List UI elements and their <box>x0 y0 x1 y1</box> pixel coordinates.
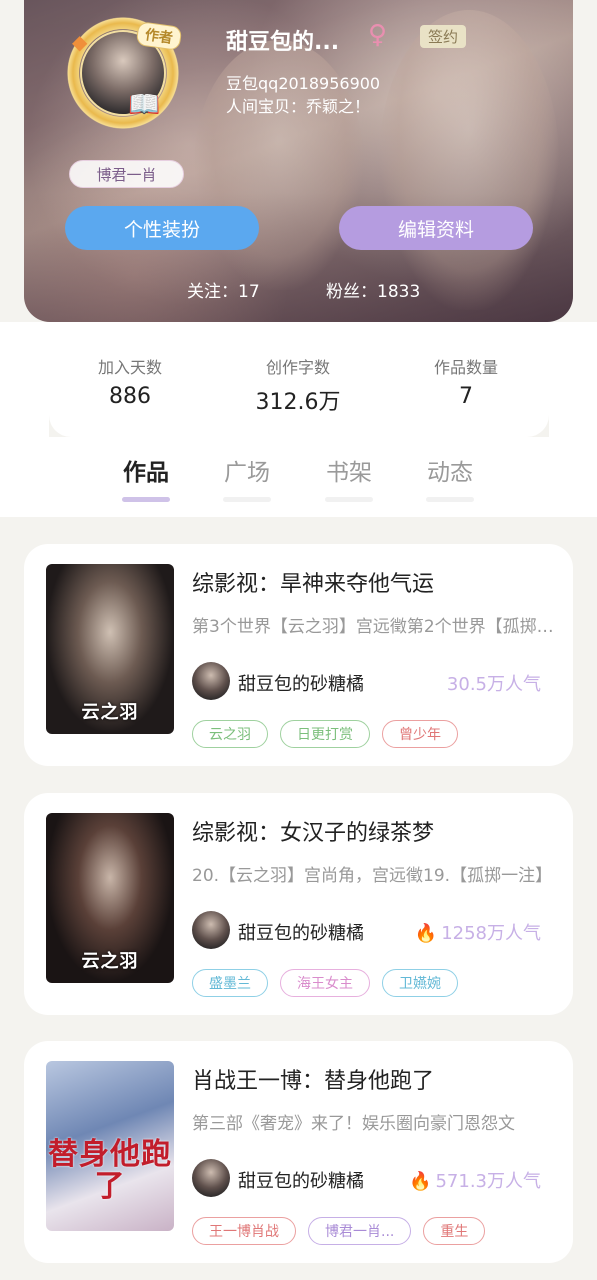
author-avatar[interactable] <box>192 662 230 700</box>
book-description: 第3个世界【云之羽】宫远徵第2个世界【孤掷一注】 <box>192 617 558 637</box>
book-title[interactable]: 肖战王一博：替身他跑了 <box>192 1063 434 1095</box>
fire-icon: 🔥 <box>409 1171 432 1192</box>
book-card[interactable]: 替身他跑了 肖战王一博：替身他跑了 第三部《奢宠》来了！娱乐圈向豪门恩怨文 甜豆… <box>24 1041 573 1263</box>
author-name[interactable]: 甜豆包的砂糖橘 <box>238 670 364 696</box>
tag[interactable]: 博君一肖... <box>308 1217 412 1245</box>
cover-title: 云之羽 <box>81 702 139 723</box>
cover-title: 云之羽 <box>81 951 139 972</box>
stat-word-count: 创作字数 312.6万 <box>228 354 368 416</box>
author-avatar[interactable] <box>192 1159 230 1197</box>
follow-count[interactable]: 关注：17 <box>187 277 260 302</box>
author-avatar[interactable] <box>192 911 230 949</box>
stat-join-days: 加入天数 886 <box>60 354 200 409</box>
user-bio: 人间宝贝：乔颖之！ <box>226 97 371 116</box>
fans-count[interactable]: 粉丝：1833 <box>326 277 420 302</box>
tab-activity[interactable]: 动态 <box>414 453 486 487</box>
tab-works[interactable]: 作品 <box>110 453 182 487</box>
stats-card: 加入天数 886 创作字数 312.6万 作品数量 7 <box>49 322 549 437</box>
tab-bar <box>0 437 597 517</box>
tab-square[interactable]: 广场 <box>211 453 283 487</box>
stat-works-count: 作品数量 7 <box>396 354 536 409</box>
book-title[interactable]: 综影视：旱神来夺他气运 <box>192 566 434 598</box>
author-name[interactable]: 甜豆包的砂糖橘 <box>238 919 364 945</box>
book-card[interactable]: 云之羽 综影视：女汉子的绿茶梦 20.【云之羽】宫尚角，宫远徵19.【孤掷一注】… <box>24 793 573 1015</box>
author-name[interactable]: 甜豆包的砂糖橘 <box>238 1167 364 1193</box>
user-id: 豆包qq2018956900 <box>226 74 381 93</box>
tag[interactable]: 云之羽 <box>192 720 268 748</box>
popularity-value: 571.3万人气 <box>435 1171 541 1192</box>
book-card[interactable]: 云之羽 综影视：旱神来夺他气运 第3个世界【云之羽】宫远徵第2个世界【孤掷一注】… <box>24 544 573 766</box>
book-description: 20.【云之羽】宫尚角，宫远徵19.【孤掷一注】 <box>192 866 553 886</box>
popularity-value: 1258万人气 <box>441 923 541 944</box>
tab-indicator <box>223 497 271 502</box>
stat-value: 312.6万 <box>255 390 341 415</box>
stat-value: 886 <box>109 384 151 409</box>
tag-list: 云之羽 日更打赏 曾少年 <box>192 720 458 748</box>
tag[interactable]: 日更打赏 <box>280 720 370 748</box>
female-icon: ♀ <box>368 20 388 50</box>
fire-icon: 🔥 <box>414 923 438 944</box>
cover-title: 替身他跑了 <box>48 1137 172 1204</box>
tag[interactable]: 曾少年 <box>382 720 458 748</box>
tag[interactable]: 海王女主 <box>280 969 370 997</box>
tab-indicator <box>426 497 474 502</box>
tag[interactable]: 王一博肖战 <box>192 1217 296 1245</box>
tab-indicator <box>325 497 373 502</box>
popularity: 🔥 571.3万人气 <box>409 1167 541 1193</box>
stat-label: 创作字数 <box>265 358 330 377</box>
tab-bookshelf[interactable]: 书架 <box>313 453 385 487</box>
edit-profile-button[interactable]: 编辑资料 <box>339 206 533 250</box>
stat-label: 加入天数 <box>97 358 162 377</box>
tab-indicator-active <box>122 497 170 502</box>
customize-button[interactable]: 个性装扮 <box>65 206 259 250</box>
tag[interactable]: 盛墨兰 <box>192 969 268 997</box>
popularity: 🔥 1258万人气 <box>415 919 541 945</box>
gem-icon: ◆ <box>72 30 88 54</box>
book-icon: 📖 <box>128 90 161 120</box>
stat-value: 7 <box>459 384 473 409</box>
book-cover[interactable]: 云之羽 <box>46 564 174 734</box>
user-name: 甜豆包的... <box>226 30 340 55</box>
tag-list: 王一博肖战 博君一肖... 重生 <box>192 1217 486 1245</box>
book-title[interactable]: 综影视：女汉子的绿茶梦 <box>192 815 434 847</box>
stat-label: 作品数量 <box>433 358 498 377</box>
popularity: 30.5万人气 <box>447 670 541 696</box>
book-cover[interactable]: 云之羽 <box>46 813 174 983</box>
book-cover[interactable]: 替身他跑了 <box>46 1061 174 1231</box>
fan-tag[interactable]: 博君一肖 <box>69 160 184 188</box>
tag[interactable]: 重生 <box>423 1217 486 1245</box>
sign-badge: 签约 <box>420 25 467 48</box>
tag[interactable]: 卫嬿婉 <box>382 969 458 997</box>
tag-list: 盛墨兰 海王女主 卫嬿婉 <box>192 969 458 997</box>
popularity-value: 30.5万人气 <box>446 674 541 695</box>
book-description: 第三部《奢宠》来了！娱乐圈向豪门恩怨文 <box>192 1114 515 1134</box>
